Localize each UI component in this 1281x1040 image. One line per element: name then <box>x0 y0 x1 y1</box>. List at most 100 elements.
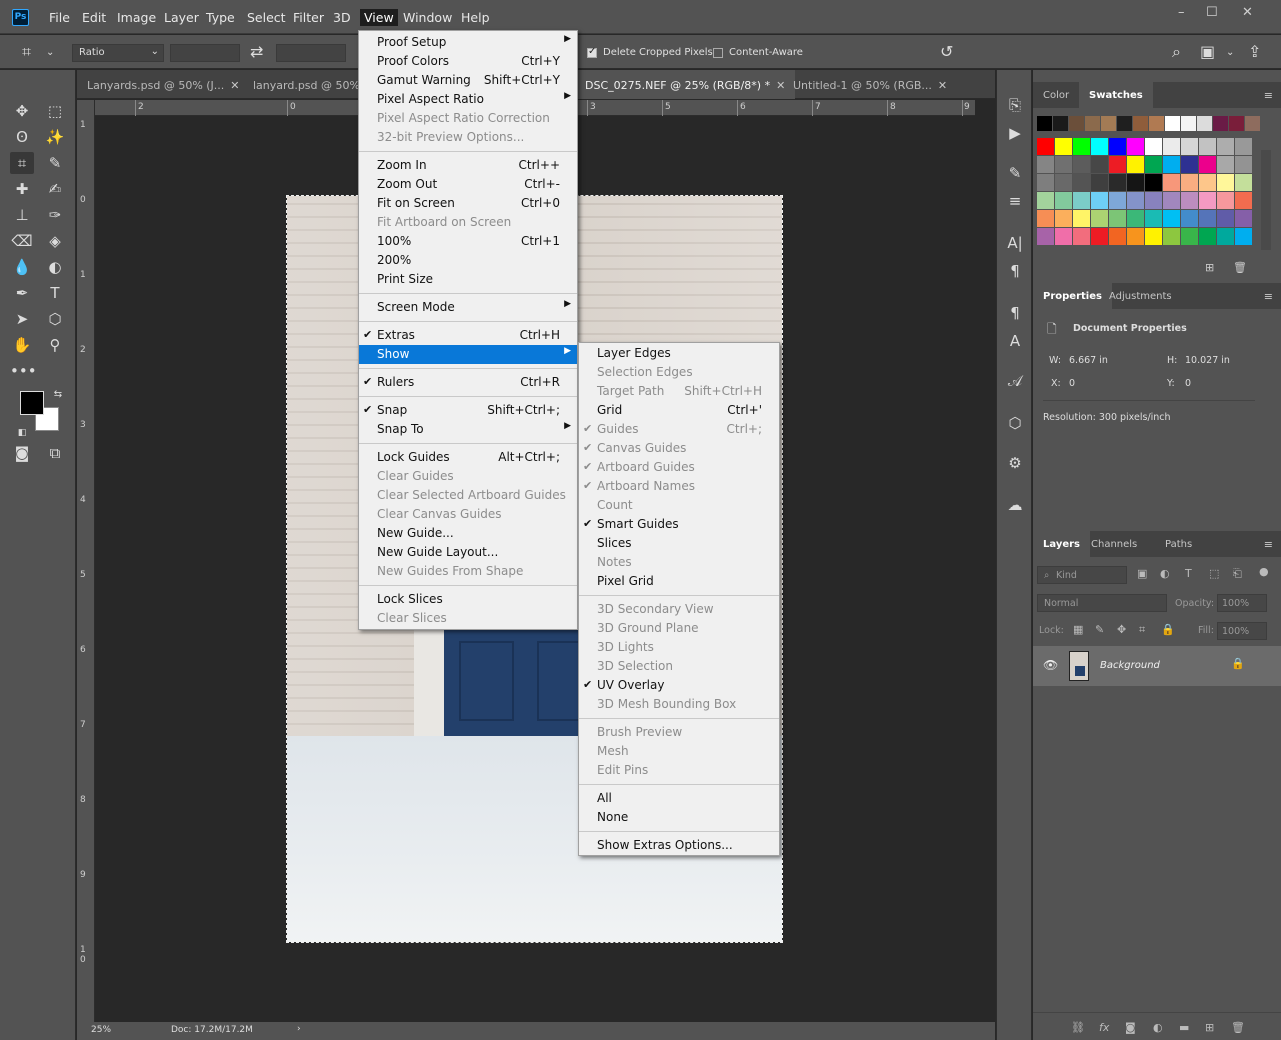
color-swatch[interactable] <box>1217 174 1234 191</box>
color-swatch[interactable] <box>1037 156 1054 173</box>
adjust-sliders-icon[interactable]: ≡ <box>1003 190 1027 212</box>
color-swatch[interactable] <box>1163 228 1180 245</box>
color-swatch[interactable] <box>1091 192 1108 209</box>
menu-3d[interactable]: 3D <box>333 10 351 25</box>
vertical-ruler[interactable]: 1 0 1 2 3 4 5 6 7 8 9 1 0 <box>77 100 95 1022</box>
color-swatch[interactable] <box>1055 156 1072 173</box>
layer-mask-icon[interactable]: ◙ <box>1125 1021 1136 1034</box>
color-swatch[interactable] <box>1073 192 1090 209</box>
color-swatch[interactable] <box>1181 228 1198 245</box>
actions-play-icon[interactable]: ▶ <box>1003 122 1027 144</box>
menu-view[interactable]: View <box>360 9 398 26</box>
tab-adjustments[interactable]: Adjustments <box>1099 283 1182 309</box>
color-swatch[interactable] <box>1073 138 1090 155</box>
close-icon[interactable]: ✕ <box>938 79 947 92</box>
color-swatch[interactable] <box>1091 174 1108 191</box>
history-icon[interactable]: ⎘ <box>1003 94 1027 116</box>
menu-item-smart-guides[interactable]: ✔ Smart Guides <box>579 515 779 534</box>
lasso-tool-icon[interactable]: ʘ <box>10 126 34 148</box>
color-swatch[interactable] <box>1235 210 1252 227</box>
tab-lanyards[interactable]: Lanyards.psd @ 50% (J... ✕ <box>77 70 250 99</box>
color-swatch[interactable] <box>1217 138 1234 155</box>
menu-item-new-guide-layout[interactable]: New Guide Layout... <box>359 543 577 562</box>
color-swatch[interactable] <box>1091 138 1108 155</box>
menu-edit[interactable]: Edit <box>82 10 106 25</box>
ratio-height-field[interactable] <box>276 44 346 62</box>
color-swatch[interactable] <box>1037 192 1054 209</box>
color-swatch[interactable] <box>1199 192 1216 209</box>
color-swatch[interactable] <box>1037 228 1054 245</box>
menu-item-lock-guides[interactable]: Lock Guides Alt+Ctrl+; <box>359 448 577 467</box>
paragraph-icon[interactable]: ¶ <box>1003 260 1027 282</box>
tab-dsc-0275[interactable]: DSC_0275.NEF @ 25% (RGB/8*) * ✕ <box>575 70 796 99</box>
menu-item-show-extras-options[interactable]: Show Extras Options... <box>579 836 779 855</box>
menu-item-new-guide[interactable]: New Guide... <box>359 524 577 543</box>
color-swatch[interactable] <box>1181 138 1198 155</box>
color-swatch[interactable] <box>1085 116 1100 131</box>
workspace-icon[interactable]: ▣ <box>1200 42 1215 61</box>
color-swatch[interactable] <box>1213 116 1228 131</box>
menu-image[interactable]: Image <box>117 10 156 25</box>
color-swatch[interactable] <box>1199 174 1216 191</box>
menu-item-snap[interactable]: ✔ Snap Shift+Ctrl+; <box>359 401 577 420</box>
lock-transparent-icon[interactable]: ▦ <box>1073 623 1083 636</box>
minimize-button[interactable]: – <box>1178 5 1185 20</box>
history-brush-tool-icon[interactable]: ✑ <box>43 204 67 226</box>
menu-item-zoom-out[interactable]: Zoom Out Ctrl+- <box>359 175 577 194</box>
menu-item-pixel-grid[interactable]: Pixel Grid <box>579 572 779 591</box>
color-swatch[interactable] <box>1235 174 1252 191</box>
lock-artboard-icon[interactable]: ⌗ <box>1139 623 1145 637</box>
color-swatch[interactable] <box>1199 156 1216 173</box>
screen-mode-icon[interactable]: ⧉ <box>43 442 67 464</box>
color-swatch[interactable] <box>1235 192 1252 209</box>
adjustment-layer-icon[interactable]: ◐ <box>1153 1021 1163 1034</box>
color-swatch[interactable] <box>1217 192 1234 209</box>
color-swatch[interactable] <box>1091 210 1108 227</box>
filter-adjustment-icon[interactable]: ◐ <box>1160 567 1170 580</box>
color-swatch[interactable] <box>1163 138 1180 155</box>
new-swatch-icon[interactable]: ⊞ <box>1205 261 1214 274</box>
x-value[interactable]: 0 <box>1069 378 1075 389</box>
character-styles-icon[interactable]: A <box>1003 330 1027 352</box>
share-icon[interactable]: ⇪ <box>1248 42 1261 61</box>
color-swatch[interactable] <box>1181 210 1198 227</box>
trash-icon[interactable]: 🗑 <box>1233 261 1247 274</box>
menu-window[interactable]: Window <box>403 10 452 25</box>
color-swatch[interactable] <box>1217 228 1234 245</box>
menu-item-lock-slices[interactable]: Lock Slices <box>359 590 577 609</box>
lock-position-icon[interactable]: ✥ <box>1117 623 1126 636</box>
tool-preset-chevron-icon[interactable]: ⌄ <box>46 47 54 58</box>
swap-colors-icon[interactable]: ⇆ <box>46 384 70 406</box>
workspace-chevron-icon[interactable]: ⌄ <box>1226 47 1234 58</box>
color-swatch[interactable] <box>1127 210 1144 227</box>
eyedropper-tool-icon[interactable]: ✎ <box>43 152 67 174</box>
color-swatch[interactable] <box>1145 210 1162 227</box>
type-tool-icon[interactable]: T <box>43 282 67 304</box>
menu-item-none[interactable]: None <box>579 808 779 827</box>
lock-all-icon[interactable]: 🔒 <box>1161 623 1175 636</box>
tab-swatches[interactable]: Swatches <box>1079 82 1153 108</box>
color-swatch[interactable] <box>1181 174 1198 191</box>
quick-mask-icon[interactable]: ◙ <box>10 442 34 464</box>
color-swatch[interactable] <box>1235 228 1252 245</box>
menu-type[interactable]: Type <box>206 10 235 25</box>
shape-tool-icon[interactable]: ⬡ <box>43 308 67 330</box>
color-swatch[interactable] <box>1117 116 1132 131</box>
content-aware-checkbox[interactable] <box>713 48 723 58</box>
panel-menu-icon[interactable]: ≡ <box>1264 290 1273 303</box>
color-swatch[interactable] <box>1181 192 1198 209</box>
hand-tool-icon[interactable]: ✋ <box>10 334 34 356</box>
color-swatch[interactable] <box>1091 156 1108 173</box>
color-swatch[interactable] <box>1217 156 1234 173</box>
3d-icon[interactable]: ⬡ <box>1003 412 1027 434</box>
magic-wand-tool-icon[interactable]: ✨ <box>43 126 67 148</box>
color-swatch[interactable] <box>1217 210 1234 227</box>
color-swatch[interactable] <box>1145 138 1162 155</box>
menu-filter[interactable]: Filter <box>293 10 324 25</box>
menu-item-grid[interactable]: Grid Ctrl+' <box>579 401 779 420</box>
color-swatch[interactable] <box>1149 116 1164 131</box>
color-swatch[interactable] <box>1145 192 1162 209</box>
healing-brush-tool-icon[interactable]: ✚ <box>10 178 34 200</box>
eraser-tool-icon[interactable]: ⌫ <box>10 230 34 252</box>
default-colors-icon[interactable]: ◧ <box>10 422 34 444</box>
